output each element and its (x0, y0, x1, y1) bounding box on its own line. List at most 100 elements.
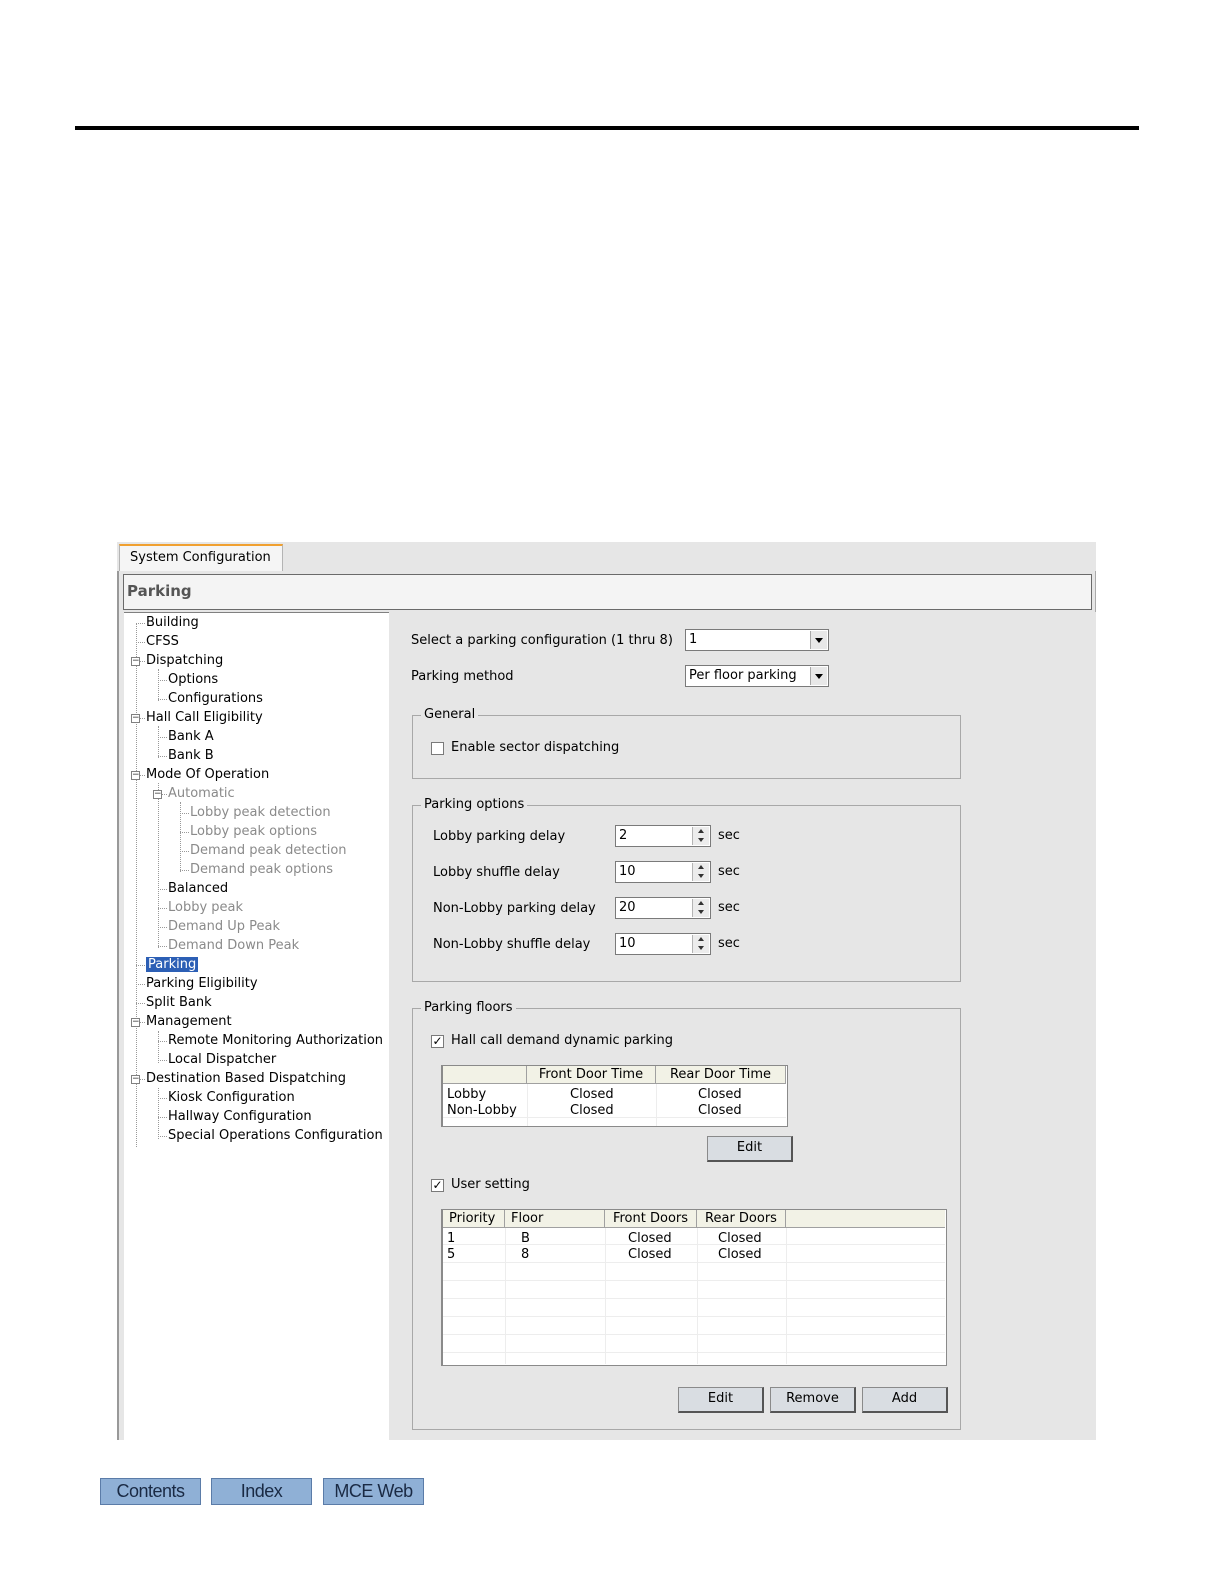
tree-item-dispatching[interactable]: Dispatching (146, 652, 223, 670)
non-lobby-parking-delay-spinner[interactable]: 20 (615, 897, 711, 919)
table-cell[interactable]: Closed (718, 1231, 762, 1247)
collapse-icon[interactable]: − (131, 657, 140, 666)
spinner-arrows-icon[interactable] (692, 863, 709, 881)
tree-item-cfss[interactable]: CFSS (146, 633, 179, 651)
tree-item-options[interactable]: Options (168, 671, 218, 689)
lobby-parking-delay-spinner[interactable]: 2 (615, 825, 711, 847)
lobby-shuffle-delay-spinner[interactable]: 10 (615, 861, 711, 883)
grid-line (697, 1228, 698, 1364)
parking-options-group: Parking options Lobby parking delay 2 se… (412, 797, 961, 982)
grid-line (605, 1228, 606, 1364)
table-cell[interactable]: Closed (698, 1087, 742, 1103)
spinner-arrows-icon[interactable] (692, 827, 709, 845)
table-cell[interactable]: Closed (628, 1231, 672, 1247)
table-header-filler (786, 1210, 945, 1228)
tree-item-building[interactable]: Building (146, 614, 199, 632)
table-cell[interactable]: 1 (447, 1231, 455, 1247)
chevron-down-icon[interactable] (810, 667, 827, 685)
table-cell[interactable]: 8 (521, 1247, 529, 1263)
collapse-icon[interactable]: − (131, 1018, 140, 1027)
table-cell[interactable]: Closed (698, 1103, 742, 1119)
table-cell[interactable]: Closed (628, 1247, 672, 1263)
hall-call-checkbox[interactable]: ✓ (431, 1035, 444, 1048)
table-cell[interactable]: B (521, 1231, 530, 1247)
parking-floors-legend: Parking floors (421, 1000, 516, 1016)
tree-item-parking-eligibility[interactable]: Parking Eligibility (146, 975, 258, 993)
tree-line (158, 699, 167, 700)
tree-item-lobby-peak-options[interactable]: Lobby peak options (190, 823, 317, 841)
tree-item-automatic[interactable]: Automatic (168, 785, 235, 803)
tree-item-label: Management (146, 1014, 232, 1029)
table-header-priority: Priority (443, 1210, 505, 1228)
grid-line (443, 1316, 945, 1317)
user-remove-button[interactable]: Remove (770, 1387, 856, 1413)
config-select[interactable]: 1 (685, 629, 829, 651)
table-cell[interactable]: Closed (570, 1103, 614, 1119)
door-time-edit-button[interactable]: Edit (707, 1136, 793, 1162)
user-add-button[interactable]: Add (862, 1387, 948, 1413)
user-setting-table: Priority Floor Front Doors Rear Doors 1 … (441, 1209, 947, 1366)
enable-sector-checkbox[interactable] (431, 742, 444, 755)
table-cell[interactable]: Non-Lobby (447, 1103, 517, 1119)
table-header-rear-doors: Rear Doors (697, 1210, 786, 1228)
tree-item-special-operations-configuration[interactable]: Special Operations Configuration (168, 1127, 383, 1145)
tree-item-label: Lobby peak detection (190, 805, 331, 820)
tree-item-bank-b[interactable]: Bank B (168, 747, 214, 765)
tree-item-label: Options (168, 672, 219, 687)
tree-item-demand-up-peak[interactable]: Demand Up Peak (168, 918, 280, 936)
tree-item-label: Dispatching (146, 653, 224, 668)
spinner-arrows-icon[interactable] (692, 935, 709, 953)
table-cell[interactable]: Closed (570, 1087, 614, 1103)
tree-line (180, 851, 189, 852)
tree-line (136, 965, 145, 966)
contents-button[interactable]: Contents (100, 1478, 201, 1505)
tree-line (158, 1031, 159, 1063)
tree-item-split-bank[interactable]: Split Bank (146, 994, 212, 1012)
tree-line (158, 1060, 167, 1061)
method-select[interactable]: Per floor parking (685, 665, 829, 687)
tree-line (158, 669, 159, 701)
tree-item-configurations[interactable]: Configurations (168, 690, 263, 708)
mce-web-button[interactable]: MCE Web (323, 1478, 424, 1505)
index-button[interactable]: Index (211, 1478, 312, 1505)
user-edit-button[interactable]: Edit (678, 1387, 764, 1413)
non-lobby-shuffle-delay-spinner[interactable]: 10 (615, 933, 711, 955)
table-cell[interactable]: Lobby (447, 1087, 486, 1103)
tree-line (136, 623, 137, 1147)
tree-item-management[interactable]: Management (146, 1013, 232, 1031)
tree-item-lobby-peak-detection[interactable]: Lobby peak detection (190, 804, 331, 822)
tree-item-local-dispatcher[interactable]: Local Dispatcher (168, 1051, 276, 1069)
collapse-icon[interactable]: − (131, 714, 140, 723)
grid-line (443, 1244, 945, 1245)
tree-item-parking[interactable]: Parking (146, 956, 199, 974)
user-setting-checkbox[interactable]: ✓ (431, 1179, 444, 1192)
unit-label: sec (718, 900, 740, 915)
tree-item-bank-a[interactable]: Bank A (168, 728, 214, 746)
grid-line (527, 1084, 528, 1126)
collapse-icon[interactable]: − (131, 771, 140, 780)
tree-item-kiosk-configuration[interactable]: Kiosk Configuration (168, 1089, 295, 1107)
tree-item-lobby-peak[interactable]: Lobby peak (168, 899, 243, 917)
table-cell[interactable]: Closed (718, 1247, 762, 1263)
parking-options-legend: Parking options (421, 797, 528, 813)
lobby-parking-delay-label: Lobby parking delay (433, 829, 566, 844)
spinner-arrows-icon[interactable] (692, 899, 709, 917)
tree-item-destination-based-dispatching[interactable]: Destination Based Dispatching (146, 1070, 346, 1088)
tree-item-label: Parking Eligibility (146, 976, 258, 991)
tree-item-hallway-configuration[interactable]: Hallway Configuration (168, 1108, 312, 1126)
tree-item-remote-monitoring-authorization[interactable]: Remote Monitoring Authorization (168, 1032, 383, 1050)
tab-system-configuration[interactable]: System Configuration (119, 544, 283, 572)
unit-label: sec (718, 828, 740, 843)
tree-item-label: Automatic (168, 786, 235, 801)
tree-line (180, 832, 189, 833)
tree-item-demand-peak-detection[interactable]: Demand peak detection (190, 842, 347, 860)
collapse-icon[interactable]: − (131, 1075, 140, 1084)
tree-item-balanced[interactable]: Balanced (168, 880, 228, 898)
tree-item-demand-peak-options[interactable]: Demand peak options (190, 861, 333, 879)
collapse-icon[interactable]: − (153, 790, 162, 799)
tree-item-hall-call-eligibility[interactable]: Hall Call Eligibility (146, 709, 263, 727)
table-cell[interactable]: 5 (447, 1247, 455, 1263)
chevron-down-icon[interactable] (810, 631, 827, 649)
tree-item-demand-down-peak[interactable]: Demand Down Peak (168, 937, 299, 955)
tree-item-mode-of-operation[interactable]: Mode Of Operation (146, 766, 269, 784)
